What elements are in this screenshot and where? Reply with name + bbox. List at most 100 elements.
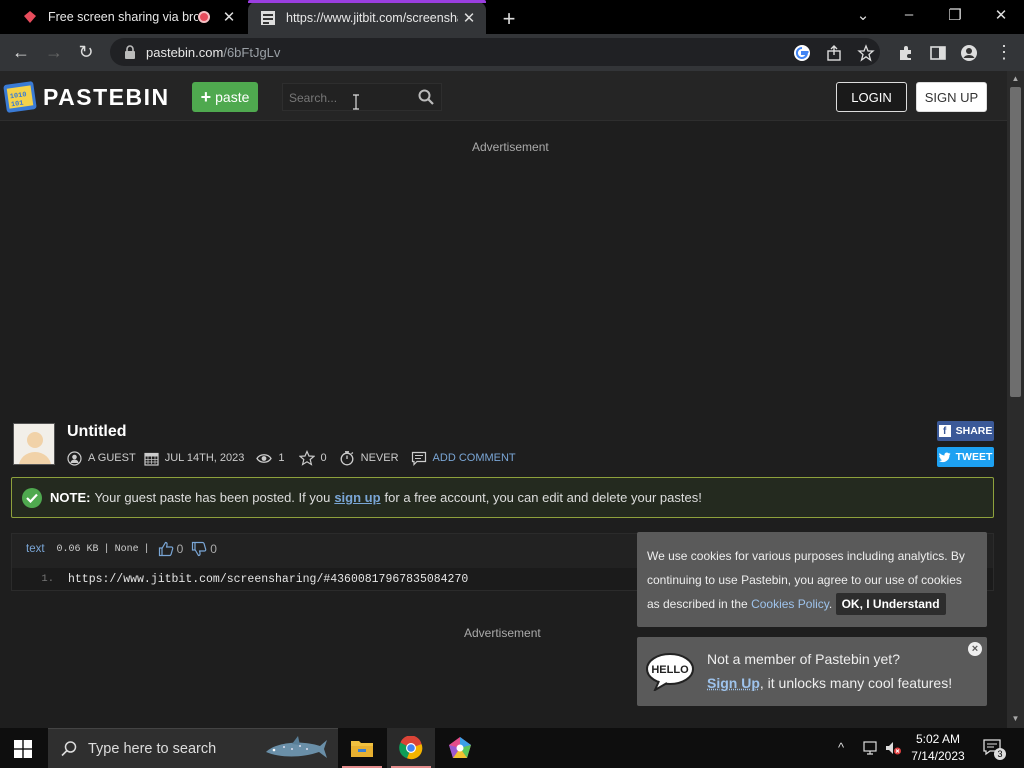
member-signup-popup: HELLO Not a member of Pastebin yet? Sign… <box>637 637 987 706</box>
recording-indicator-icon <box>198 11 210 23</box>
dislike-button[interactable]: 0 <box>191 541 217 557</box>
member-signup-link[interactable]: Sign Up <box>707 675 760 691</box>
member-signup-line: Sign Up, it unlocks many cool features! <box>707 675 952 691</box>
separator: | <box>143 543 150 555</box>
taskbar-search[interactable]: Type here to search <box>48 728 338 768</box>
check-circle-icon <box>22 487 42 508</box>
star-icon[interactable] <box>298 450 315 466</box>
show-hidden-icons-chevron-icon[interactable]: ^ <box>838 740 844 755</box>
scroll-down-arrow-icon[interactable]: ▼ <box>1007 714 1024 723</box>
author-name[interactable]: A GUEST <box>88 452 136 464</box>
bookmark-star-icon[interactable] <box>857 44 875 62</box>
close-popup-button[interactable]: × <box>968 642 982 656</box>
login-button[interactable]: LOGIN <box>836 82 907 112</box>
notification-count: 3 <box>994 748 1006 760</box>
comment-icon <box>411 451 426 466</box>
file-explorer-taskbar-button[interactable] <box>338 728 386 768</box>
paste-size: 0.06 KB <box>56 543 99 555</box>
scroll-up-arrow-icon[interactable]: ▲ <box>1007 74 1024 83</box>
eye-icon <box>256 453 273 463</box>
tab-search-chevron-icon[interactable]: ⌄ <box>848 6 878 24</box>
text-cursor-icon <box>353 94 359 110</box>
chrome-menu-icon[interactable]: ⋮ <box>993 42 1015 64</box>
address-toolbar: ← → ↻ pastebin.com/6bFtJgLv ⋮ <box>0 34 1024 71</box>
stars-info: 0 <box>298 450 327 466</box>
view-count: 1 <box>278 452 285 464</box>
chrome-taskbar-button[interactable] <box>387 728 435 768</box>
reload-button[interactable]: ↻ <box>75 42 97 64</box>
like-count: 0 <box>176 542 184 556</box>
back-button[interactable]: ← <box>10 42 32 64</box>
scrollbar-thumb[interactable] <box>1010 87 1021 397</box>
close-tab-icon[interactable]: ✕ <box>218 8 240 26</box>
search-icon <box>61 740 77 756</box>
avatar <box>13 423 55 465</box>
cookies-policy-link[interactable]: Cookies Policy <box>751 597 829 611</box>
cookie-period: . <box>828 597 833 611</box>
tab-screen-sharing[interactable]: Free screen sharing via brow ✕ <box>10 0 246 34</box>
volume-muted-icon[interactable] <box>884 740 902 756</box>
twitter-tweet-button[interactable]: TWEET <box>937 447 994 467</box>
pastebin-page: 1010 101 PASTEBIN + paste LOGIN SIGN UP … <box>0 71 1007 728</box>
add-comment-link[interactable]: ADD COMMENT <box>411 451 516 466</box>
app-taskbar-button[interactable] <box>436 728 484 768</box>
pentagon-app-icon <box>449 737 471 758</box>
network-icon[interactable] <box>862 740 880 756</box>
notice-label: NOTE: <box>50 490 91 505</box>
taskbar-clock[interactable]: 5:02 AM 7/14/2023 <box>908 731 968 765</box>
search-icon[interactable] <box>417 88 435 106</box>
taskbar-search-placeholder: Type here to search <box>88 740 217 757</box>
code-toolbar: text 0.06 KB | None | 0 0 <box>26 540 217 558</box>
expiry-info: NEVER <box>339 450 399 466</box>
minimize-button[interactable]: – <box>894 6 924 23</box>
notice-signup-link[interactable]: sign up <box>334 490 380 505</box>
page-scrollbar[interactable]: ▲ ▼ <box>1007 71 1024 728</box>
separator: | <box>103 543 110 555</box>
dislike-count: 0 <box>210 542 217 556</box>
lock-icon <box>125 45 135 59</box>
share-icon[interactable] <box>825 44 843 62</box>
guest-paste-notice: NOTE: Your guest paste has been posted. … <box>11 477 994 518</box>
notice-text-after: for a free account, you can edit and del… <box>384 490 702 505</box>
google-icon[interactable] <box>793 44 811 62</box>
address-bar[interactable]: pastebin.com/6bFtJgLv <box>110 38 880 66</box>
browser-tab-bar: Free screen sharing via brow ✕ https://w… <box>0 0 1024 34</box>
line-number: 1. <box>41 573 54 585</box>
clock-time: 5:02 AM <box>915 732 961 746</box>
new-paste-button[interactable]: + paste <box>192 82 258 112</box>
site-brand[interactable]: PASTEBIN <box>43 84 170 111</box>
action-center-button[interactable]: 3 <box>982 738 1006 760</box>
code-text[interactable]: https://www.jitbit.com/screensharing/#43… <box>68 573 468 586</box>
advertisement-label: Advertisement <box>472 140 549 154</box>
search-input[interactable] <box>289 89 409 107</box>
views-info: 1 <box>256 451 285 466</box>
side-panel-icon[interactable] <box>929 44 947 62</box>
new-tab-button[interactable]: + <box>498 6 520 32</box>
star-count: 0 <box>320 452 327 464</box>
windows-start-icon[interactable] <box>14 740 32 758</box>
facebook-share-button[interactable]: f SHARE <box>937 421 994 441</box>
paste-date: JUL 14TH, 2023 <box>164 452 245 464</box>
timer-icon <box>340 451 354 466</box>
extensions-puzzle-icon[interactable] <box>897 44 915 62</box>
like-button[interactable]: 0 <box>158 541 184 557</box>
syntax-language-link[interactable]: text <box>26 543 45 555</box>
paste-category: None <box>114 543 139 555</box>
close-tab-icon[interactable]: ✕ <box>458 9 480 27</box>
clock-date: 7/14/2023 <box>911 749 965 763</box>
restore-button[interactable]: ❐ <box>940 6 970 24</box>
add-comment-label: ADD COMMENT <box>432 452 516 464</box>
profile-icon[interactable] <box>960 44 978 62</box>
forward-button[interactable]: → <box>43 42 65 64</box>
folder-icon <box>351 741 373 757</box>
paste-button-label: paste <box>215 89 250 105</box>
calendar-icon <box>144 452 159 466</box>
paste-title: Untitled <box>67 423 127 440</box>
pastebin-logo-icon[interactable]: 1010 101 <box>3 77 37 113</box>
cookie-accept-button[interactable]: OK, I Understand <box>835 593 946 615</box>
signup-button[interactable]: SIGN UP <box>916 82 987 112</box>
close-window-button[interactable]: ✕ <box>986 6 1016 24</box>
advertisement-label: Advertisement <box>464 626 541 640</box>
tab-pastebin[interactable]: https://www.jitbit.com/screensha ✕ <box>248 0 486 34</box>
site-header: 1010 101 PASTEBIN + paste LOGIN SIGN UP <box>0 71 1007 121</box>
